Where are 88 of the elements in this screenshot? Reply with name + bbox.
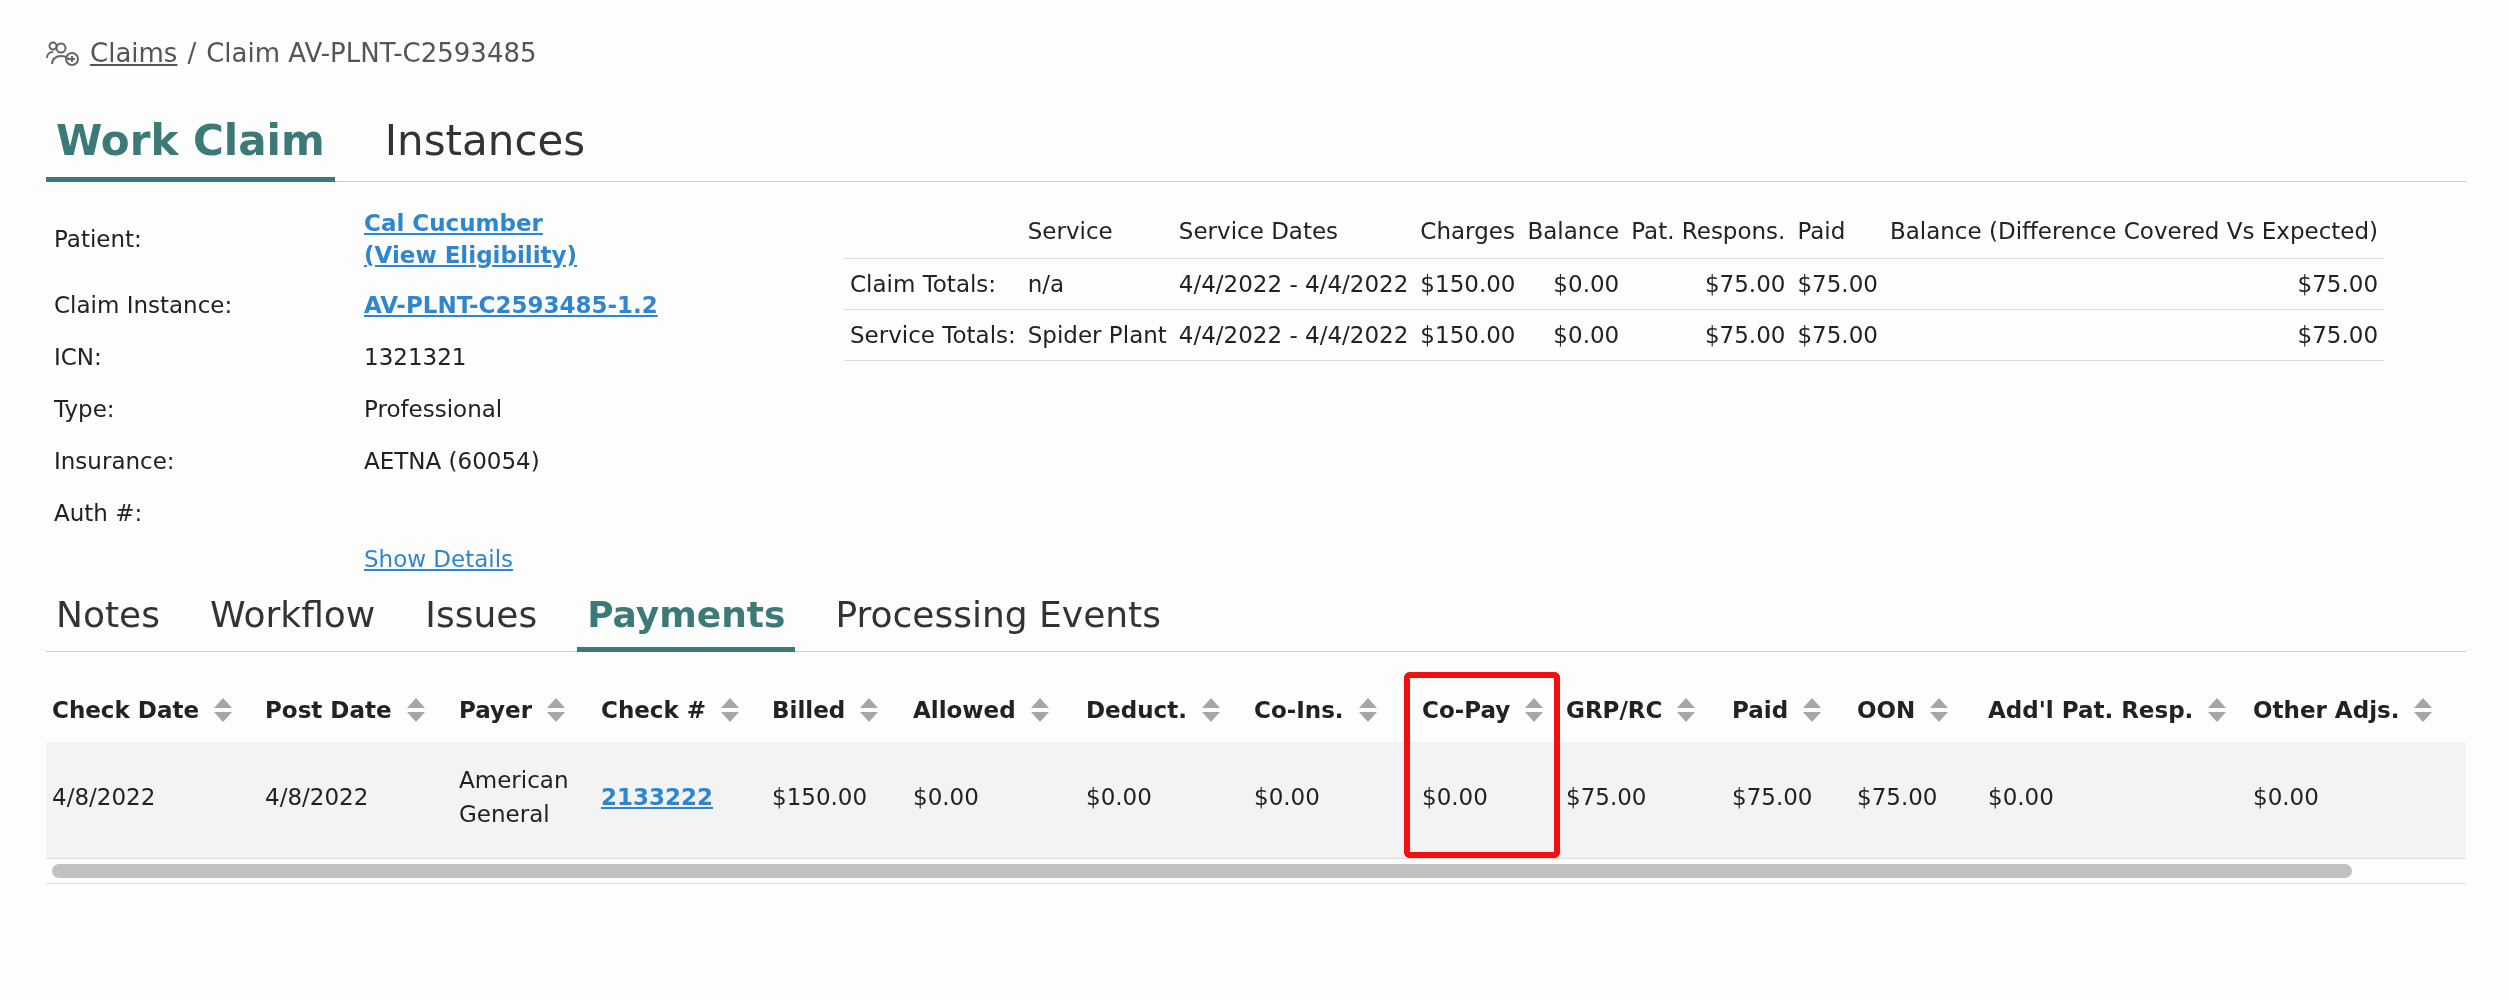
column-header[interactable]: Payer xyxy=(453,672,595,742)
field-label: Auth #: xyxy=(54,499,144,528)
column-header[interactable]: GRP/RC xyxy=(1560,672,1726,742)
table-cell-text: $75.00 xyxy=(1565,782,1648,812)
field-value: 1321321 xyxy=(364,344,468,370)
column-header[interactable]: Other Adjs. xyxy=(2247,672,2466,742)
sort-icon[interactable] xyxy=(405,697,426,723)
tab[interactable]: Notes xyxy=(46,594,170,652)
people-add-icon xyxy=(46,40,80,66)
sort-icon[interactable] xyxy=(2207,697,2228,723)
breadcrumb-separator: / xyxy=(187,38,197,68)
table-cell: $75.00 xyxy=(1791,309,1884,361)
column-header: Service xyxy=(1021,212,1173,259)
field-label: Type: xyxy=(54,395,116,424)
sort-icon[interactable] xyxy=(859,697,880,723)
tab[interactable]: Work Claim xyxy=(46,116,335,182)
table-cell: 4/4/2022 - 4/4/2022 xyxy=(1172,309,1415,361)
table-cell-text: $150.00 xyxy=(771,782,869,812)
tab[interactable]: Instances xyxy=(374,116,596,182)
column-header: Balance xyxy=(1521,212,1626,259)
column-header: Pat. Respons. xyxy=(1625,212,1792,259)
show-details-link[interactable]: Show Details xyxy=(364,546,514,572)
table-cell: $75.00 xyxy=(1883,258,2385,310)
table-cell: n/a xyxy=(1021,258,1173,310)
column-header[interactable]: Paid xyxy=(1726,672,1851,742)
table-cell-text: 4/8/2022 xyxy=(51,782,157,812)
sort-icon[interactable] xyxy=(1200,697,1221,723)
column-header[interactable]: Post Date xyxy=(259,672,453,742)
scrollbar-thumb[interactable] xyxy=(52,864,2352,878)
table-cell: $0.00 xyxy=(1521,309,1626,361)
column-header: Service Dates xyxy=(1172,212,1415,259)
sort-icon[interactable] xyxy=(1802,697,1823,723)
tab[interactable]: Workflow xyxy=(200,594,386,652)
breadcrumb-link[interactable]: Claims xyxy=(90,38,178,68)
table-cell: 4/4/2022 - 4/4/2022 xyxy=(1172,258,1415,310)
table-cell-text: $0.00 xyxy=(912,782,980,812)
table-cell: $150.00 xyxy=(1414,258,1522,310)
column-header[interactable]: Add'l Pat. Resp. xyxy=(1982,672,2247,742)
table-cell-text: American General xyxy=(458,765,570,829)
column-header[interactable]: Deduct. xyxy=(1080,672,1248,742)
sort-icon[interactable] xyxy=(1029,697,1050,723)
column-header[interactable]: Check Date xyxy=(46,672,259,742)
sort-icon[interactable] xyxy=(2413,697,2434,723)
breadcrumb-current: Claim AV-PLNT-C2593485 xyxy=(206,38,537,68)
column-header[interactable]: Allowed xyxy=(907,672,1080,742)
highlighted-table-cell: $0.00 xyxy=(1404,742,1560,858)
column-header: Balance (Difference Covered Vs Expected) xyxy=(1883,212,2385,259)
table-cell: $0.00 xyxy=(1521,258,1626,310)
sort-icon[interactable] xyxy=(1676,697,1697,723)
table-cell-text: $75.00 xyxy=(1856,782,1939,812)
row-label: Service Totals: xyxy=(844,309,1022,361)
table-cell-text: $0.00 xyxy=(2252,782,2320,812)
table-cell-text: $0.00 xyxy=(1987,782,2055,812)
sort-icon[interactable] xyxy=(1524,697,1545,723)
column-header[interactable]: Check # xyxy=(595,672,766,742)
column-header: Paid xyxy=(1791,212,1884,259)
column-header[interactable]: Billed xyxy=(766,672,907,742)
field-label: Patient: xyxy=(54,225,143,254)
sort-icon[interactable] xyxy=(1929,697,1950,723)
table-cell: $75.00 xyxy=(1625,258,1792,310)
sort-icon[interactable] xyxy=(1357,697,1378,723)
field-value: Professional xyxy=(364,396,504,422)
field-value: AETNA (60054) xyxy=(364,448,541,474)
field-label: Claim Instance: xyxy=(54,291,234,320)
column-header: Charges xyxy=(1414,212,1522,259)
tab[interactable]: Processing Events xyxy=(825,594,1171,652)
column-header[interactable]: OON xyxy=(1851,672,1982,742)
table-cell-text: $75.00 xyxy=(1731,782,1814,812)
table-cell-text: $0.00 xyxy=(1085,782,1153,812)
table-cell: Spider Plant xyxy=(1021,309,1173,361)
field-link[interactable]: Cal Cucumber xyxy=(364,210,784,236)
table-cell: $75.00 xyxy=(1883,309,2385,361)
sort-icon[interactable] xyxy=(546,697,566,723)
table-cell: $75.00 xyxy=(1791,258,1884,310)
field-label: ICN: xyxy=(54,343,103,372)
table-cell: $75.00 xyxy=(1625,309,1792,361)
field-link[interactable]: AV-PLNT-C2593485-1.2 xyxy=(364,292,784,318)
field-label: Insurance: xyxy=(54,447,176,476)
tab[interactable]: Issues xyxy=(415,594,548,652)
field-link[interactable]: (View Eligibility) xyxy=(364,242,784,268)
column-header[interactable]: Co-Ins. xyxy=(1248,672,1404,742)
table-cell: $150.00 xyxy=(1414,309,1522,361)
row-label: Claim Totals: xyxy=(844,258,1022,310)
sort-icon[interactable] xyxy=(213,697,233,723)
sort-icon[interactable] xyxy=(720,697,741,723)
table-cell-text: 4/8/2022 xyxy=(264,782,370,812)
table-cell-text: $0.00 xyxy=(1253,782,1321,812)
tab[interactable]: Payments xyxy=(577,594,796,652)
